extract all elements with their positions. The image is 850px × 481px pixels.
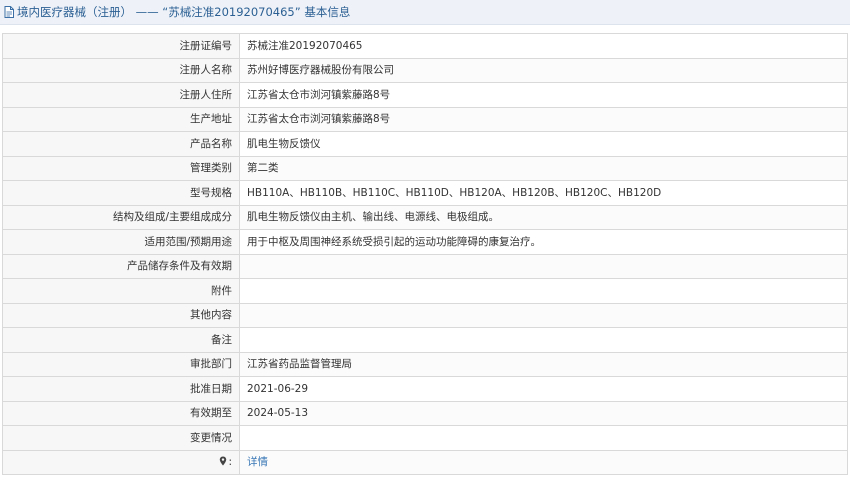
row-label: 备注 [2, 327, 240, 353]
row-label: 注册证编号 [2, 33, 240, 59]
row-value [239, 327, 848, 353]
page-header: 境内医疗器械（注册） —— “苏械注准20192070465” 基本信息 [0, 0, 850, 25]
table-row: 其他内容 [2, 302, 848, 328]
row-label: 管理类别 [2, 155, 240, 181]
row-value: 江苏省药品监督管理局 [239, 351, 848, 377]
row-label: 其他内容 [2, 302, 240, 328]
table-row: 产品储存条件及有效期 [2, 253, 848, 279]
row-value [239, 278, 848, 304]
detail-row-value: 详情 [239, 449, 848, 475]
row-label: 生产地址 [2, 106, 240, 132]
row-value: 第二类 [239, 155, 848, 181]
table-row: 审批部门 江苏省药品监督管理局 [2, 351, 848, 377]
row-label: 批准日期 [2, 376, 240, 402]
row-value [239, 425, 848, 451]
row-label: 适用范围/预期用途 [2, 229, 240, 255]
row-value: 2021-06-29 [239, 376, 848, 402]
table-row: 批准日期 2021-06-29 [2, 376, 848, 402]
row-label: 结构及组成/主要组成成分 [2, 204, 240, 230]
row-label: 产品名称 [2, 131, 240, 157]
row-label: 有效期至 [2, 400, 240, 426]
table-row: 型号规格 HB110A、HB110B、HB110C、HB110D、HB120A、… [2, 180, 848, 206]
table-row: 注册人名称 苏州好博医疗器械股份有限公司 [2, 57, 848, 83]
row-value: 苏州好博医疗器械股份有限公司 [239, 57, 848, 83]
row-label: 产品储存条件及有效期 [2, 253, 240, 279]
table-row: 变更情况 [2, 425, 848, 451]
table-row: 注册人住所 江苏省太仓市浏河镇紫藤路8号 [2, 82, 848, 108]
row-value: 2024-05-13 [239, 400, 848, 426]
row-value [239, 302, 848, 328]
info-table: 注册证编号 苏械注准20192070465 注册人名称 苏州好博医疗器械股份有限… [2, 33, 848, 475]
table-row: 产品名称 肌电生物反馈仪 [2, 131, 848, 157]
table-row: 适用范围/预期用途 用于中枢及周围神经系统受损引起的运动功能障碍的康复治疗。 [2, 229, 848, 255]
row-value: 江苏省太仓市浏河镇紫藤路8号 [239, 82, 848, 108]
row-label: 注册人住所 [2, 82, 240, 108]
table-row: 备注 [2, 327, 848, 353]
detail-row: : 详情 [2, 449, 848, 475]
table-row: 管理类别 第二类 [2, 155, 848, 181]
info-table-body: 注册证编号 苏械注准20192070465 注册人名称 苏州好博医疗器械股份有限… [2, 33, 848, 475]
row-value [239, 253, 848, 279]
table-row: 生产地址 江苏省太仓市浏河镇紫藤路8号 [2, 106, 848, 132]
row-label: 注册人名称 [2, 57, 240, 83]
row-value: 用于中枢及周围神经系统受损引起的运动功能障碍的康复治疗。 [239, 229, 848, 255]
row-value: 肌电生物反馈仪 [239, 131, 848, 157]
row-value: 肌电生物反馈仪由主机、输出线、电源线、电极组成。 [239, 204, 848, 230]
row-label: 附件 [2, 278, 240, 304]
row-value: 江苏省太仓市浏河镇紫藤路8号 [239, 106, 848, 132]
document-icon [4, 6, 14, 18]
pin-icon [220, 456, 227, 466]
table-row: 附件 [2, 278, 848, 304]
details-link[interactable]: 详情 [247, 456, 268, 468]
page-title: 境内医疗器械（注册） —— “苏械注准20192070465” 基本信息 [17, 5, 351, 19]
row-label: 型号规格 [2, 180, 240, 206]
detail-row-label: : [2, 449, 240, 475]
row-label: 变更情况 [2, 425, 240, 451]
row-value: HB110A、HB110B、HB110C、HB110D、HB120A、HB120… [239, 180, 848, 206]
table-row: 有效期至 2024-05-13 [2, 400, 848, 426]
table-row: 注册证编号 苏械注准20192070465 [2, 33, 848, 59]
table-row: 结构及组成/主要组成成分 肌电生物反馈仪由主机、输出线、电源线、电极组成。 [2, 204, 848, 230]
row-label: 审批部门 [2, 351, 240, 377]
row-value: 苏械注准20192070465 [239, 33, 848, 59]
